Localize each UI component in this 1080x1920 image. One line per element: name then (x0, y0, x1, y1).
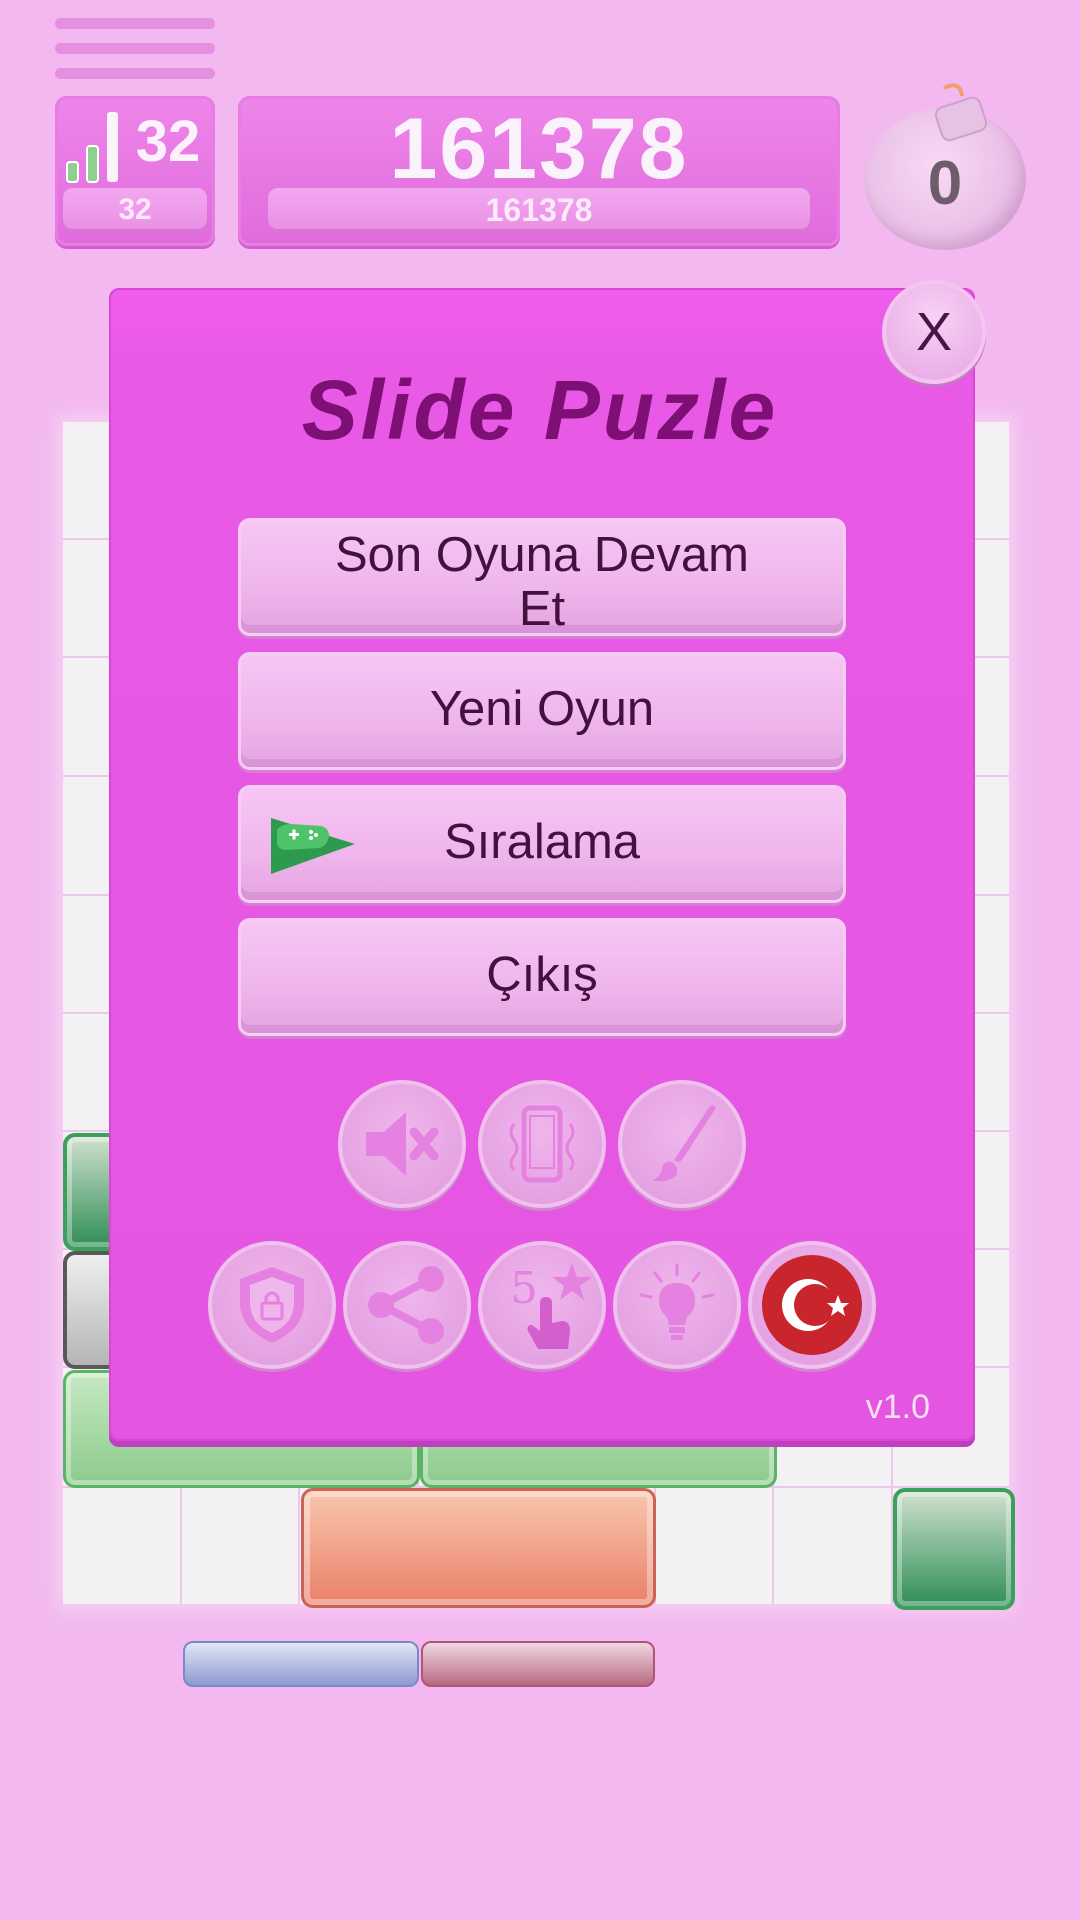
score-value: 161378 (389, 101, 689, 197)
level-sub-value: 32 (63, 188, 207, 232)
continue-button[interactable]: Son Oyuna Devam Et (238, 518, 846, 636)
game-controller-icon (271, 818, 355, 874)
share-button[interactable] (343, 1241, 471, 1369)
privacy-button[interactable] (208, 1241, 336, 1369)
hint-icon (639, 1263, 715, 1340)
bomb-fuse-icon (934, 83, 988, 142)
share-icon (368, 1266, 444, 1344)
leaderboard-button[interactable]: Sıralama (238, 785, 846, 903)
continue-label-line2: Et (518, 582, 566, 636)
puzzle-block[interactable] (893, 1488, 1015, 1610)
signal-bars-icon (66, 112, 118, 183)
continue-label-line1: Son Oyuna Devam (335, 528, 749, 582)
score-sub-value: 161378 (268, 188, 810, 232)
brush-icon (652, 1105, 716, 1182)
rate-button[interactable]: 5 (478, 1241, 606, 1369)
vibrate-icon (509, 1105, 575, 1183)
next-block-preview (183, 1641, 419, 1687)
theme-button[interactable] (618, 1080, 746, 1208)
hamburger-menu-icon[interactable] (55, 18, 215, 80)
turkey-flag-icon (762, 1255, 862, 1355)
bomb-count: 0 (927, 149, 963, 218)
puzzle-block[interactable] (301, 1488, 656, 1608)
new-game-label: Yeni Oyun (429, 682, 655, 736)
next-block-preview (421, 1641, 655, 1687)
hint-button[interactable] (613, 1241, 741, 1369)
game-title: Slide Puzle (301, 363, 779, 457)
vibration-toggle-button[interactable] (478, 1080, 606, 1208)
mute-icon (366, 1112, 439, 1176)
level-value: 32 (135, 109, 201, 174)
exit-label: Çıkış (486, 948, 598, 1002)
leaderboard-label: Sıralama (443, 815, 641, 869)
privacy-shield-icon (240, 1267, 304, 1343)
new-game-button[interactable]: Yeni Oyun (238, 652, 846, 770)
score-panel: 161378 161378 (238, 96, 840, 246)
rate-icon: 5 (510, 1263, 592, 1349)
version-label: v1.0 (865, 1388, 930, 1426)
level-panel: 32 32 (55, 96, 215, 246)
language-button[interactable] (748, 1241, 876, 1369)
exit-button[interactable]: Çıkış (238, 918, 846, 1036)
rate-number: 5 (510, 1263, 538, 1314)
sound-toggle-button[interactable] (338, 1080, 466, 1208)
